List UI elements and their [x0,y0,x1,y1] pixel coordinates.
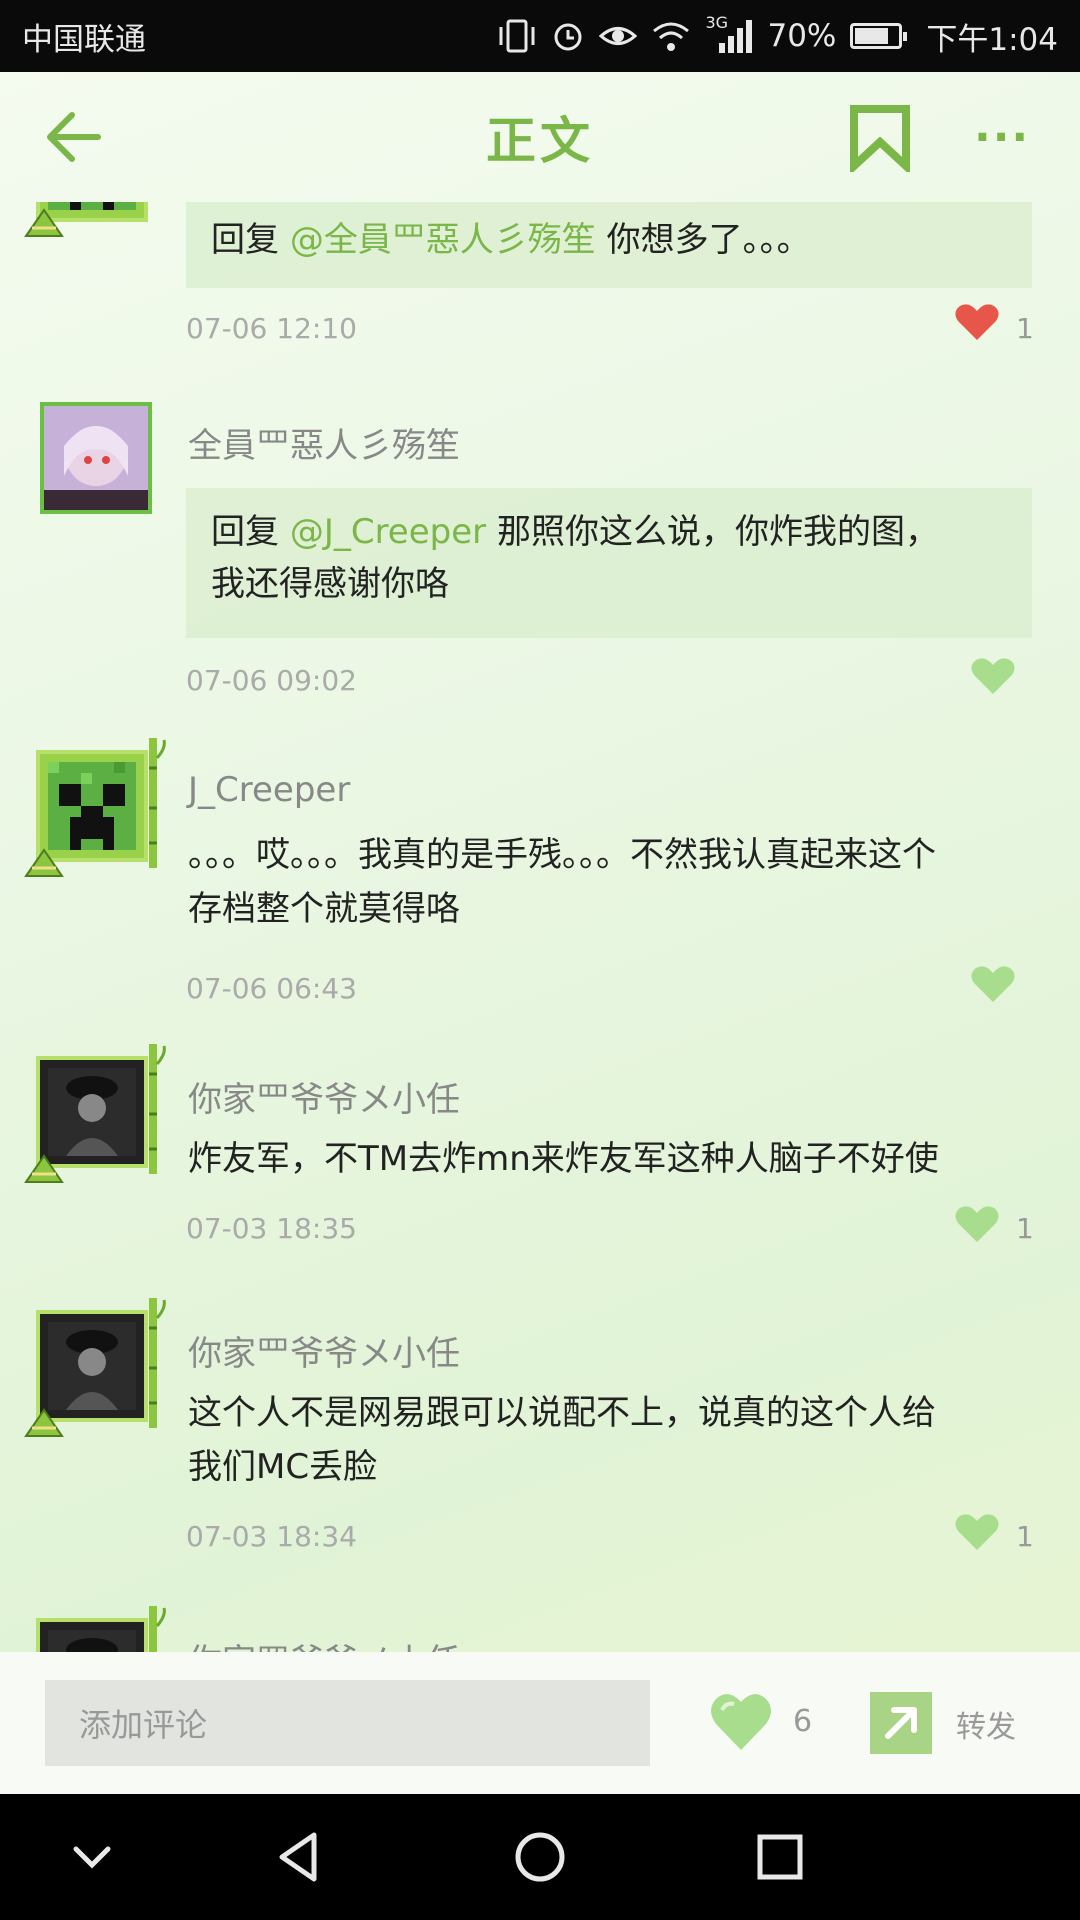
username[interactable]: 你家罒爷爷メ小任 [188,1326,460,1375]
battery-icon [850,23,908,49]
wifi-icon [653,22,690,51]
comment-text-line1: 那照你这么说，你炸我的图， [496,512,939,552]
mention-link[interactable]: @全員罒惡人彡殇笙 [290,220,596,260]
avatar[interactable] [24,738,166,877]
share-label[interactable]: 转发 [956,1702,1016,1746]
zongzi-badge-icon [24,208,64,237]
nav-recents-icon[interactable] [750,1827,810,1887]
portrait-avatar-image [48,1068,136,1156]
like-count: 1 [1016,1212,1034,1245]
nav-back-icon[interactable] [270,1827,330,1887]
username[interactable]: J_Creeper [188,770,350,810]
username[interactable]: 全員罒惡人彡殇笙 [188,418,460,467]
comment-text-line1: 。。。哎。。。我真的是手残。。。不然我认真起来这个 [188,835,936,875]
comment-time: 07-06 12:10 [186,312,357,345]
bookmark-icon[interactable] [848,104,912,172]
nav-home-icon[interactable] [510,1827,570,1887]
comment-time: 07-03 18:35 [186,1212,357,1245]
alarm-icon [554,23,582,51]
comment-time: 07-06 09:02 [186,664,357,697]
comment-text-line2: 我们MC丢脸 [188,1447,378,1487]
comment-text-line2: 存档整个就莫得咯 [188,889,460,929]
vibrate-icon [499,19,535,53]
zongzi-badge-icon [24,1154,64,1183]
comment-text: 炸友军，不TM去炸mn来炸友军这种人脑子不好使 [188,1132,1038,1186]
heart-icon[interactable] [708,1690,774,1752]
clock: 下午1:04 [926,21,1058,58]
reply-box: 回复 @J_Creeper 那照你这么说，你炸我的图， 我还得感谢你咯 [186,488,1032,638]
app-screen: 正文 ··· 回复 @全員罒惡人彡殇笙 你想多了。。。 07-06 12:10 … [0,72,1080,1794]
share-arrow-icon [885,1707,917,1739]
heart-icon[interactable] [954,1204,1000,1244]
portrait-avatar-image [48,1322,136,1410]
bamboo-decoration-icon [149,738,166,868]
chevron-down-icon[interactable] [62,1827,122,1887]
more-icon[interactable]: ··· [974,112,1030,163]
avatar[interactable] [40,402,152,514]
status-bar: 中国联通 3G 70% 下午1:04 [0,0,1080,72]
comment-text-line2: 我还得感谢你咯 [211,564,449,604]
status-icons: 3G 70% 下午1:04 [497,13,1058,59]
comment-text: 这个人不是网易跟可以说配不上，说真的这个人给 我们MC丢脸 [188,1386,1038,1494]
comment-text-line1: 这个人不是网易跟可以说配不上，说真的这个人给 [188,1393,936,1433]
bamboo-decoration-icon [149,1044,166,1174]
like-count: 6 [793,1704,813,1739]
zongzi-badge-icon [24,1408,64,1437]
heart-icon[interactable] [970,964,1016,1004]
comment-time: 07-03 18:34 [186,1520,357,1553]
avatar[interactable] [24,202,160,237]
comment-time: 07-06 06:43 [186,972,357,1005]
header: 正文 ··· [0,72,1080,202]
share-button[interactable] [870,1692,932,1754]
heart-icon[interactable] [954,302,1000,342]
page-title: 正文 [486,112,594,170]
mention-link[interactable]: @J_Creeper [290,512,486,552]
carrier-label: 中国联通 [22,21,146,58]
comment-text: 你想多了。。。 [606,220,811,260]
heart-icon[interactable] [954,1512,1000,1552]
avatar[interactable] [24,1044,166,1183]
anime-avatar-image [44,406,148,510]
comment-text: 。。。哎。。。我真的是手残。。。不然我认真起来这个 存档整个就莫得咯 [188,828,1038,936]
avatar[interactable] [24,1298,166,1437]
signal-icon: 3G [705,13,753,53]
battery-percent: 70% [767,18,837,54]
like-count: 1 [1016,1520,1034,1553]
like-count: 1 [1016,312,1034,345]
reply-prefix: 回复 [211,220,279,260]
system-nav-bar [0,1794,1080,1920]
bamboo-decoration-icon [149,1298,166,1428]
bottom-action-bar: 添加评论 6 转发 [0,1652,1080,1794]
comment-text-line1: 炸友军，不TM去炸mn来炸友军这种人脑子不好使 [188,1139,939,1179]
comment-input[interactable]: 添加评论 [45,1680,650,1766]
eye-icon [599,27,638,45]
comment-list[interactable]: 回复 @全員罒惡人彡殇笙 你想多了。。。 07-06 12:10 1 全員罒惡人… [0,202,1080,1723]
username[interactable]: 你家罒爷爷メ小任 [188,1072,460,1121]
zongzi-badge-icon [24,848,64,877]
creeper-avatar-image [48,762,136,850]
heart-icon[interactable] [970,656,1016,696]
reply-prefix: 回复 [211,512,279,552]
back-arrow-icon[interactable] [42,102,112,172]
reply-box: 回复 @全員罒惡人彡殇笙 你想多了。。。 [186,202,1032,288]
